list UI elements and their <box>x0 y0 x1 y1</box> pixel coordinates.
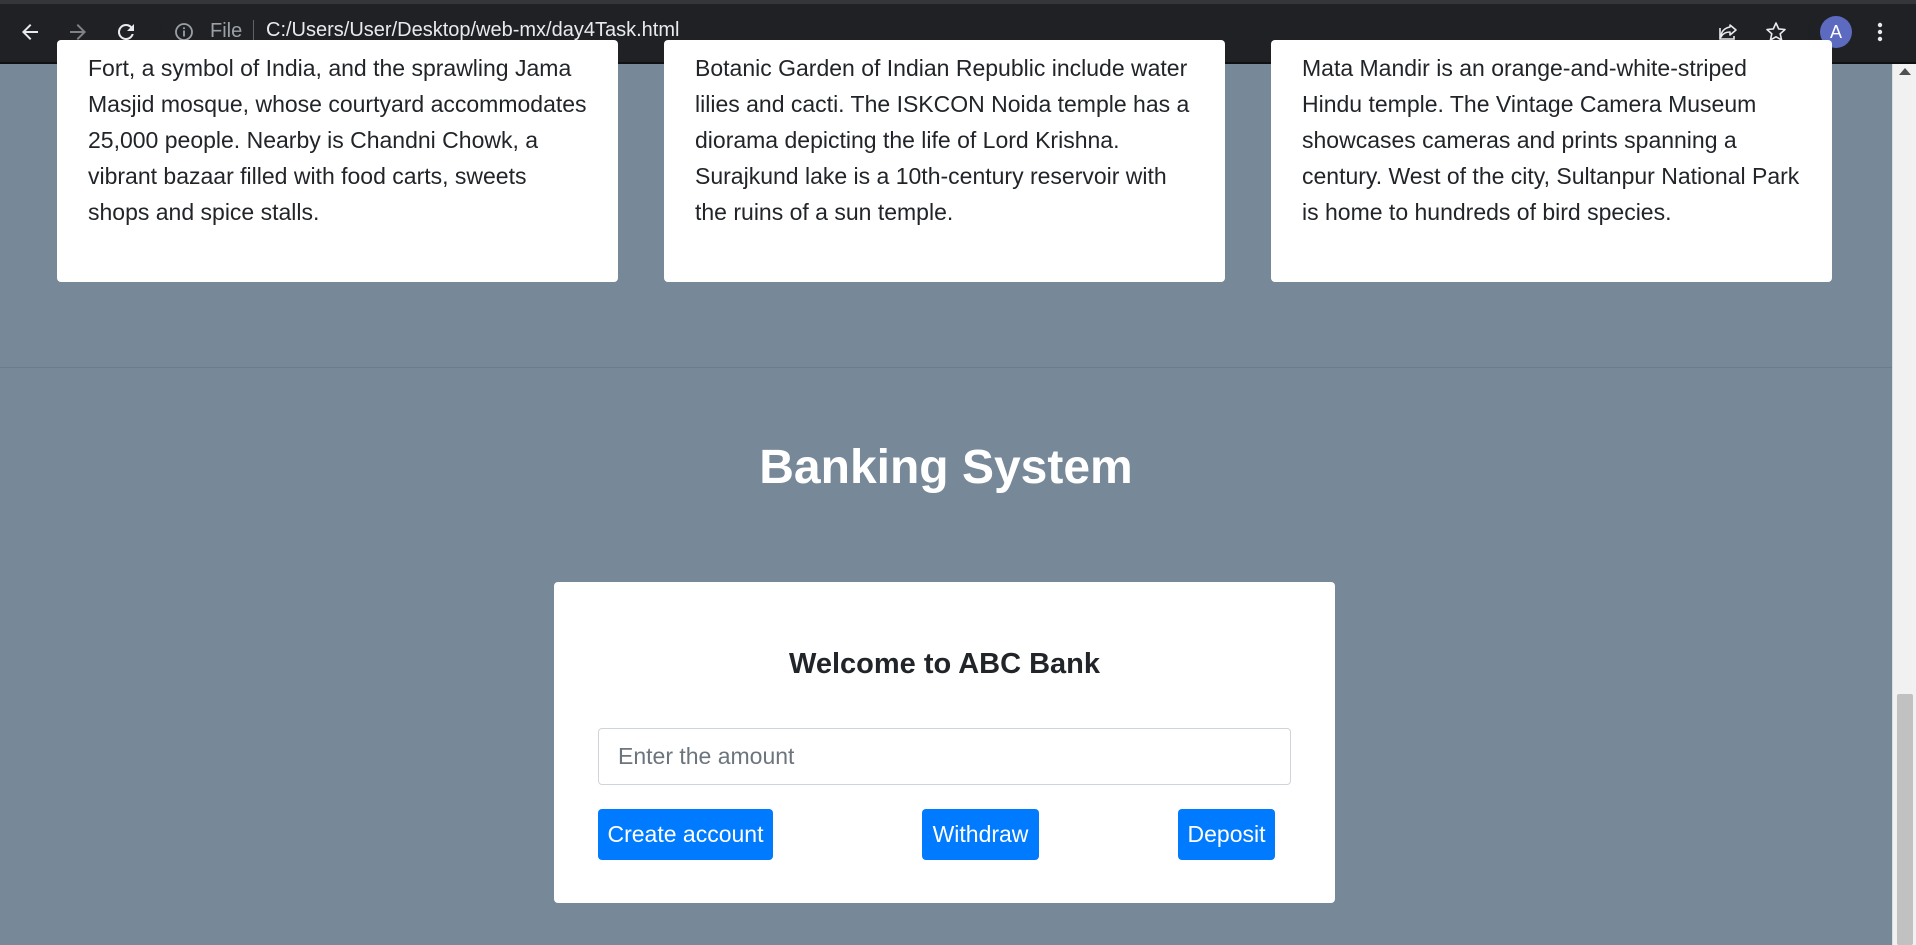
place-card-1: Fort, a symbol of India, and the sprawli… <box>57 40 618 282</box>
page-scrollbar[interactable] <box>1892 64 1916 945</box>
create-account-button[interactable]: Create account <box>598 809 773 860</box>
scroll-up-arrow-icon[interactable] <box>1899 68 1911 75</box>
place-card-2: Botanic Garden of Indian Republic includ… <box>664 40 1225 282</box>
place-card-text: Mata Mandir is an orange-and-white-strip… <box>1302 55 1800 225</box>
scroll-thumb[interactable] <box>1897 694 1913 945</box>
bank-form-card: Welcome to ABC Bank Create account Withd… <box>554 582 1335 903</box>
info-icon[interactable] <box>174 22 194 42</box>
deposit-button[interactable]: Deposit <box>1178 809 1275 860</box>
browser-menu-button[interactable] <box>1870 18 1890 46</box>
bank-welcome-title: Welcome to ABC Bank <box>789 648 1100 680</box>
section-divider <box>0 367 1892 368</box>
place-card-text: Botanic Garden of Indian Republic includ… <box>695 55 1190 225</box>
back-button[interactable] <box>14 16 46 48</box>
place-card-3: Mata Mandir is an orange-and-white-strip… <box>1271 40 1832 282</box>
banking-section-title: Banking System <box>759 441 1133 494</box>
place-card-text: Fort, a symbol of India, and the sprawli… <box>88 55 587 225</box>
back-arrow-icon <box>22 24 38 40</box>
withdraw-button[interactable]: Withdraw <box>922 809 1039 860</box>
amount-input[interactable] <box>598 728 1291 785</box>
tab-strip <box>0 0 1916 4</box>
kebab-menu-icon <box>1877 22 1883 42</box>
url-text[interactable]: C:/Users/User/Desktop/web-mx/day4Task.ht… <box>266 19 679 42</box>
